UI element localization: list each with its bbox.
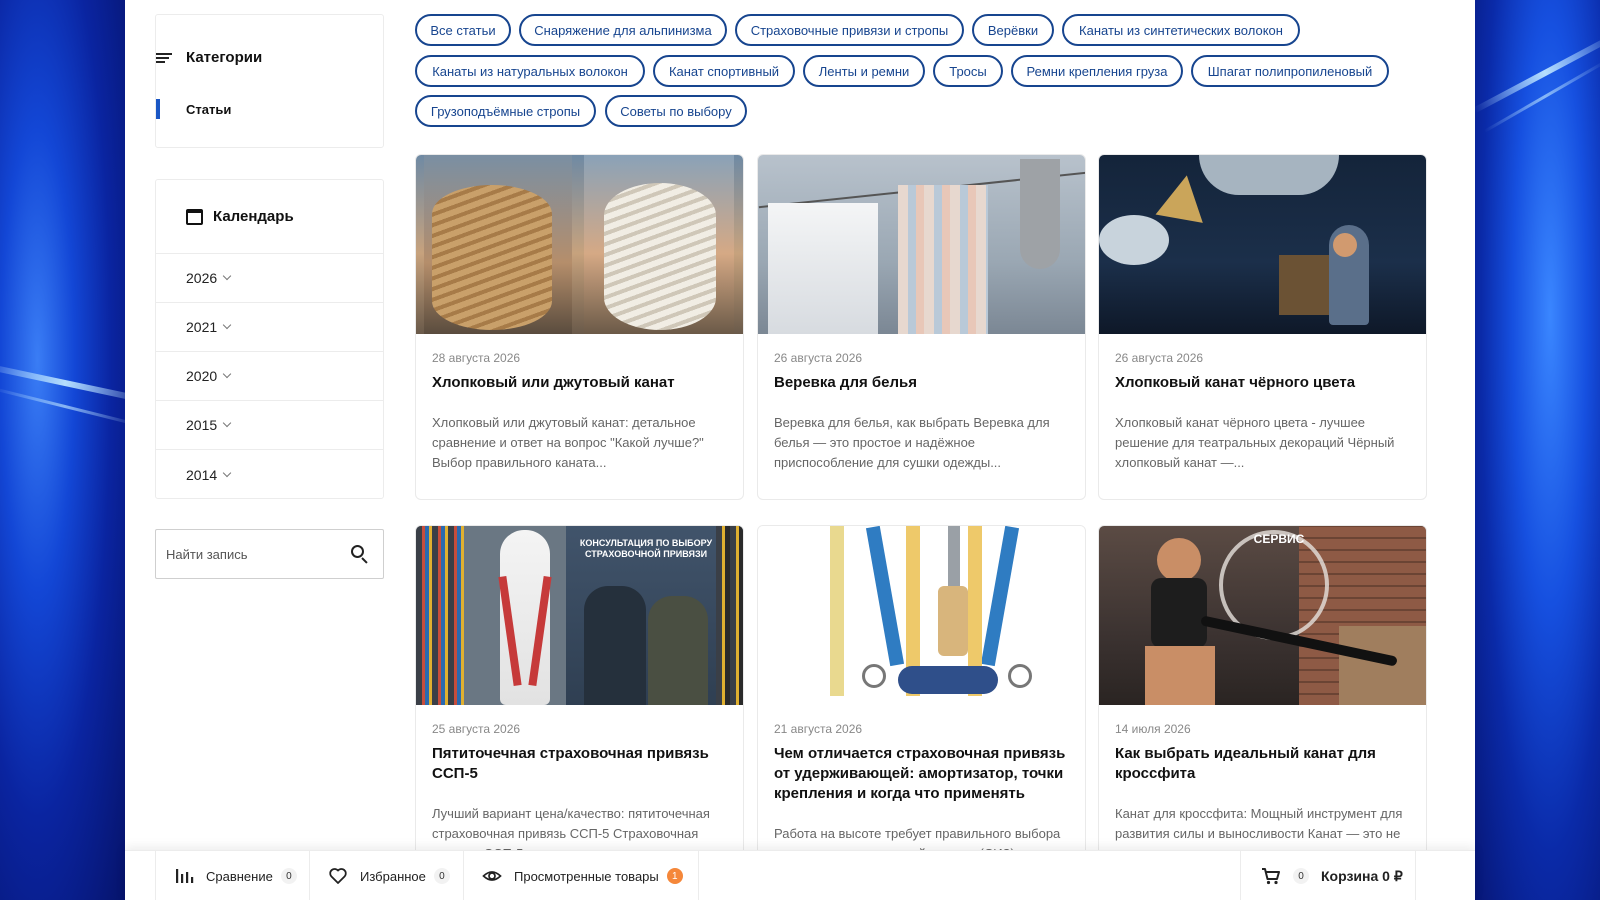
calendar-header: Календарь bbox=[156, 180, 383, 254]
tag-natural-ropes[interactable]: Канаты из натуральных волокон bbox=[415, 55, 645, 87]
viewed-products-count-badge: 1 bbox=[666, 868, 683, 884]
favorites-label: Избранное bbox=[360, 868, 426, 884]
year-item-2015[interactable]: 2015 bbox=[156, 401, 383, 450]
article-image bbox=[416, 155, 743, 334]
article-image: КОНСУЛЬТАЦИЯ ПО ВЫБОРУ СТРАХОВОЧНОЙ ПРИВ… bbox=[416, 526, 743, 705]
article-card[interactable]: 28 августа 2026 Хлопковый или джутовый к… bbox=[415, 154, 744, 500]
article-excerpt: Хлопковый или джутовый канат: детальное … bbox=[432, 415, 704, 470]
year-label: 2020 bbox=[186, 368, 218, 384]
tag-climbing-gear[interactable]: Снаряжение для альпинизма bbox=[519, 14, 727, 46]
cart-icon bbox=[1262, 868, 1280, 885]
article-excerpt: Веревка для белья, как выбрать Веревка д… bbox=[774, 415, 1050, 470]
article-card[interactable]: КОНСУЛЬТАЦИЯ ПО ВЫБОРУ СТРАХОВОЧНОЙ ПРИВ… bbox=[415, 525, 744, 865]
bottom-bar: Сравнение 0 Избранное 0 Просмотренные то… bbox=[125, 850, 1475, 900]
article-image bbox=[758, 155, 1085, 334]
eye-icon bbox=[482, 871, 502, 881]
article-date: 26 августа 2026 bbox=[1115, 351, 1204, 365]
viewed-products-label: Просмотренные товары bbox=[514, 868, 659, 884]
categories-title: Категории bbox=[186, 49, 263, 66]
heart-icon bbox=[329, 868, 347, 884]
article-date: 21 августа 2026 bbox=[774, 722, 863, 736]
tag-selection-tips[interactable]: Советы по выбору bbox=[605, 95, 747, 127]
categories-card: Категории Статьи bbox=[155, 14, 384, 148]
chevron-down-icon bbox=[222, 418, 232, 428]
compare-icon bbox=[176, 869, 194, 883]
category-label: Статьи bbox=[186, 101, 232, 117]
year-item-2014[interactable]: 2014 bbox=[156, 450, 383, 499]
compare-button[interactable]: Сравнение 0 bbox=[174, 851, 297, 900]
article-title[interactable]: Чем отличается страховочная привязь от у… bbox=[774, 744, 1074, 804]
calendar-card: Календарь 2026 2021 2020 2015 2014 bbox=[155, 179, 384, 499]
article-date: 25 августа 2026 bbox=[432, 722, 521, 736]
article-image: СЕРВИС bbox=[1099, 526, 1426, 705]
tag-sport-rope[interactable]: Канат спортивный bbox=[653, 55, 795, 87]
page: Категории Статьи Календарь 2026 2021 202… bbox=[125, 0, 1475, 900]
background-right bbox=[1475, 0, 1600, 900]
article-date: 14 июля 2026 bbox=[1115, 722, 1191, 736]
image-overlay-text: КОНСУЛЬТАЦИЯ ПО ВЫБОРУ СТРАХОВОЧНОЙ ПРИВ… bbox=[579, 538, 713, 559]
year-item-2021[interactable]: 2021 bbox=[156, 303, 383, 352]
article-card[interactable]: СЕРВИС 14 июля 2026 Как выбрать идеальны… bbox=[1098, 525, 1427, 865]
background-left bbox=[0, 0, 125, 900]
tag-ropes[interactable]: Верёвки bbox=[972, 14, 1054, 46]
tag-cables[interactable]: Тросы bbox=[933, 55, 1003, 87]
search-box bbox=[155, 529, 384, 579]
cart-label: Корзина 0 ₽ bbox=[1321, 867, 1403, 884]
article-image bbox=[758, 526, 1085, 705]
chevron-down-icon bbox=[222, 468, 232, 477]
calendar-icon bbox=[186, 208, 203, 225]
article-title[interactable]: Пятиточечная страховочная привязь ССП-5 bbox=[432, 744, 732, 784]
article-card[interactable]: 21 августа 2026 Чем отличается страховоч… bbox=[757, 525, 1086, 865]
tag-all-articles[interactable]: Все статьи bbox=[415, 14, 511, 46]
category-item-articles[interactable]: Статьи bbox=[156, 99, 383, 119]
tag-cargo-straps[interactable]: Ремни крепления груза bbox=[1011, 55, 1183, 87]
cart-button[interactable]: 0 Корзина 0 ₽ bbox=[1261, 851, 1403, 900]
year-label: 2014 bbox=[186, 466, 218, 483]
article-date: 28 августа 2026 bbox=[432, 351, 521, 365]
year-item-2026[interactable]: 2026 bbox=[156, 254, 383, 303]
viewed-products-button[interactable]: Просмотренные товары 1 bbox=[482, 851, 683, 900]
compare-count-badge: 0 bbox=[280, 868, 297, 884]
categories-header: Категории bbox=[156, 49, 262, 66]
article-title[interactable]: Веревка для белья bbox=[774, 373, 1074, 393]
year-label: 2021 bbox=[186, 319, 218, 335]
article-title[interactable]: Хлопковый или джутовый канат bbox=[432, 373, 732, 393]
tag-tapes-belts[interactable]: Ленты и ремни bbox=[803, 55, 925, 87]
image-overlay-text: СЕРВИС bbox=[1253, 532, 1305, 546]
favorites-button[interactable]: Избранное 0 bbox=[328, 851, 450, 900]
article-card[interactable]: 26 августа 2026 Веревка для белья Веревк… bbox=[757, 154, 1086, 500]
article-card[interactable]: 26 августа 2026 Хлопковый канат чёрного … bbox=[1098, 154, 1427, 500]
article-date: 26 августа 2026 bbox=[774, 351, 863, 365]
article-excerpt: Хлопковый канат чёрного цвета - лучшее р… bbox=[1115, 415, 1395, 470]
article-title[interactable]: Хлопковый канат чёрного цвета bbox=[1115, 373, 1415, 393]
year-item-2020[interactable]: 2020 bbox=[156, 352, 383, 401]
tag-lifting-slings[interactable]: Грузоподъёмные стропы bbox=[415, 95, 596, 127]
search-input[interactable] bbox=[166, 546, 336, 562]
cart-count-badge: 0 bbox=[1293, 868, 1309, 884]
tag-pp-twine[interactable]: Шпагат полипропиленовый bbox=[1191, 55, 1389, 87]
search-icon[interactable] bbox=[351, 545, 369, 564]
hamburger-icon bbox=[156, 51, 172, 65]
year-label: 2015 bbox=[186, 417, 218, 433]
tag-synthetic-ropes[interactable]: Канаты из синтетических волокон bbox=[1062, 14, 1300, 46]
favorites-count-badge: 0 bbox=[433, 868, 450, 884]
chevron-down-icon bbox=[222, 369, 232, 379]
chevron-down-icon bbox=[222, 320, 232, 330]
article-title[interactable]: Как выбрать идеальный канат для кроссфит… bbox=[1115, 744, 1415, 784]
article-image bbox=[1099, 155, 1426, 334]
compare-label: Сравнение bbox=[206, 868, 273, 884]
tag-harnesses-slings[interactable]: Страховочные привязи и стропы bbox=[735, 14, 964, 46]
active-indicator bbox=[156, 99, 160, 119]
calendar-title: Календарь bbox=[213, 208, 294, 225]
chevron-down-icon bbox=[222, 271, 232, 281]
year-label: 2026 bbox=[186, 270, 218, 286]
